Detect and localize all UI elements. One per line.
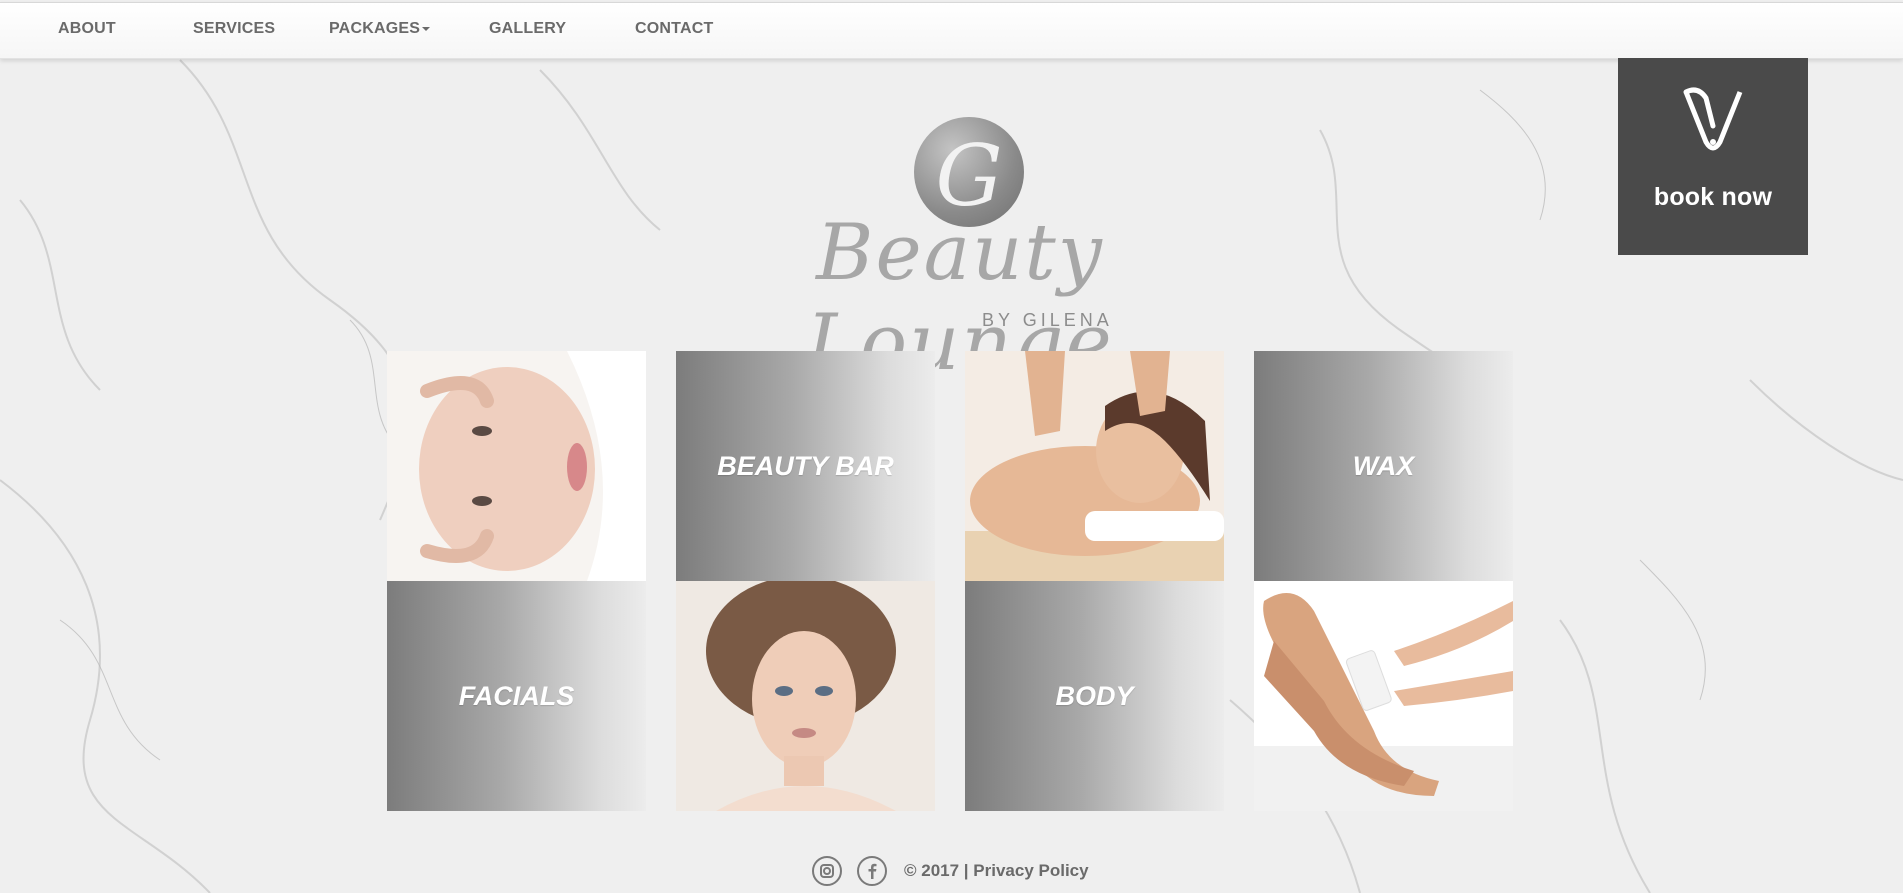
top-navigation: ABOUT SERVICES PACKAGES GALLERY CONTACT xyxy=(0,2,1903,59)
tile-wax[interactable]: WAX xyxy=(1254,351,1513,581)
chevron-down-icon xyxy=(422,26,431,31)
tile-beauty-bar-label: BEAUTY BAR xyxy=(717,451,894,481)
leg-wax-photo[interactable] xyxy=(1254,581,1513,811)
nav-packages[interactable]: PACKAGES xyxy=(329,20,431,38)
tile-facials[interactable]: FACIALS xyxy=(387,581,646,811)
v-tag-icon xyxy=(1683,87,1743,151)
logo-subtitle: BY GILENA xyxy=(982,310,1113,330)
massage-photo[interactable] xyxy=(965,351,1224,581)
nav-services[interactable]: SERVICES xyxy=(193,20,275,38)
face-treatment-photo[interactable] xyxy=(387,351,646,581)
privacy-policy-link[interactable]: Privacy Policy xyxy=(973,861,1088,880)
book-now-button[interactable]: book now xyxy=(1618,58,1808,255)
tile-body[interactable]: BODY xyxy=(965,581,1224,811)
makeup-portrait-photo[interactable] xyxy=(676,581,935,811)
tile-body-label: BODY xyxy=(1055,681,1134,711)
services-grid: BEAUTY BAR WAX FACIALS BODY xyxy=(387,351,1517,811)
nav-about[interactable]: ABOUT xyxy=(58,20,116,38)
tile-facials-label: FACIALS xyxy=(458,681,575,711)
instagram-icon[interactable] xyxy=(812,856,842,886)
nav-gallery[interactable]: GALLERY xyxy=(489,20,566,38)
tile-wax-label: WAX xyxy=(1352,451,1415,481)
book-now-label: book now xyxy=(1653,183,1773,211)
tile-beauty-bar[interactable]: BEAUTY BAR xyxy=(676,351,935,581)
nav-contact[interactable]: CONTACT xyxy=(635,20,713,38)
nav-packages-label: PACKAGES xyxy=(329,20,421,37)
beauty-lounge-logo: G Beauty Lounge BY GILENA xyxy=(680,110,1240,388)
facebook-icon[interactable] xyxy=(857,856,887,886)
copyright-text: © 2017 | xyxy=(904,861,969,880)
footer-copyright: © 2017 | Privacy Policy xyxy=(904,861,1089,881)
